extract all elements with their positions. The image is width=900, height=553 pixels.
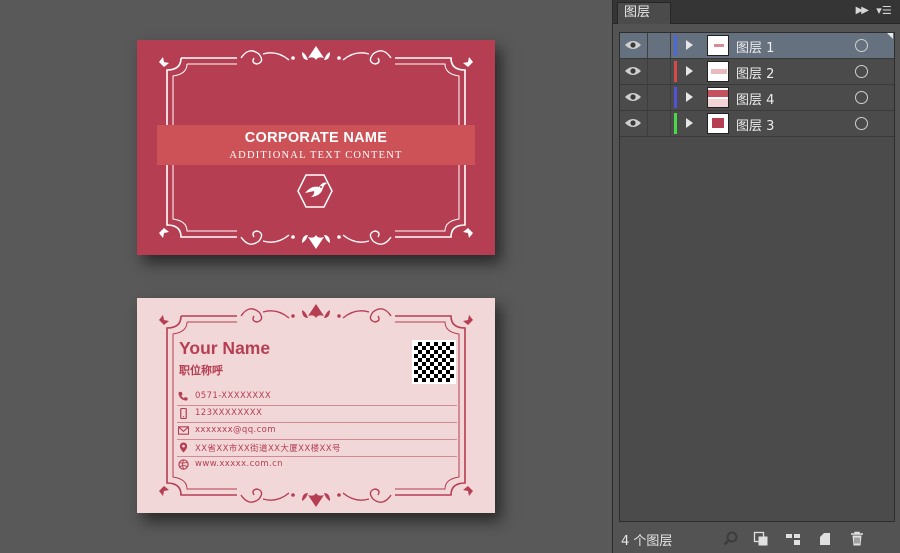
new-layer-icon[interactable] (817, 531, 833, 547)
layer-name[interactable]: 图层 3 (736, 115, 774, 134)
contact-row-mobile: 123XXXXXXXX (177, 406, 457, 423)
target-circle-icon[interactable] (855, 91, 868, 104)
layer-color-swatch (674, 113, 677, 134)
layers-list: 图层 1 图层 2 图层 4 图层 3 (619, 32, 895, 522)
new-sublayer-icon[interactable] (785, 531, 801, 547)
layer-row[interactable]: 图层 4 (620, 85, 894, 111)
additional-text: ADDITIONAL TEXT CONTENT (229, 150, 403, 161)
back-business-card[interactable]: Your Name 职位称呼 0571-XXXXXXXX 123XXXXXXXX… (137, 298, 495, 513)
clipping-mask-icon[interactable] (753, 531, 769, 547)
contact-row-website: www.xxxxx.com.cn (177, 457, 457, 474)
expand-triangle-icon[interactable] (686, 66, 693, 76)
corporate-name: CORPORATE NAME (244, 130, 388, 146)
eye-icon[interactable] (624, 90, 642, 104)
search-icon[interactable] (723, 531, 739, 547)
globe-icon (178, 459, 189, 470)
contact-row-phone: 0571-XXXXXXXX (177, 389, 457, 406)
front-business-card[interactable]: CORPORATE NAME ADDITIONAL TEXT CONTENT (137, 40, 495, 255)
target-circle-icon[interactable] (855, 39, 868, 52)
tab-layers[interactable]: 图层 (617, 2, 671, 24)
layer-count: 4 个图层 (621, 534, 673, 549)
layer-thumbnail (707, 87, 729, 108)
expand-triangle-icon[interactable] (686, 92, 693, 102)
layers-panel: 图层 ▶▶ ▾☰ 图层 1 图层 2 图层 4 图层 3 4 个图层 (612, 0, 900, 553)
person-name: Your Name (179, 338, 271, 358)
layer-thumbnail (707, 35, 729, 56)
panel-header: 图层 ▶▶ ▾☰ (613, 0, 900, 24)
layer-color-swatch (674, 61, 677, 82)
layer-name[interactable]: 图层 2 (736, 63, 774, 82)
mobile-icon (180, 408, 187, 419)
layer-name[interactable]: 图层 1 (736, 37, 774, 56)
selected-corner-icon (887, 33, 893, 39)
layer-row[interactable]: 图层 1 (620, 33, 894, 59)
artboard-canvas[interactable]: CORPORATE NAME ADDITIONAL TEXT CONTENT Y… (0, 0, 612, 553)
location-pin-icon (179, 442, 188, 453)
contact-row-address: XX省XX市XX街道XX大厦XX楼XX号 (177, 440, 457, 457)
eye-icon[interactable] (624, 38, 642, 52)
trash-icon[interactable] (849, 531, 865, 547)
layer-thumbnail (707, 113, 729, 134)
layer-color-swatch (674, 87, 677, 108)
layer-thumbnail (707, 61, 729, 82)
expand-triangle-icon[interactable] (686, 118, 693, 128)
phone-icon (178, 391, 188, 401)
bird-hexagon-logo-icon (297, 174, 333, 208)
double-chevron-icon[interactable]: ▶▶ (856, 5, 869, 16)
panel-menu-icon[interactable]: ▾☰ (873, 4, 895, 20)
layer-row[interactable]: 图层 2 (620, 59, 894, 85)
email-icon (178, 426, 189, 435)
target-circle-icon[interactable] (855, 65, 868, 78)
contact-row-email: xxxxxxx@qq.com (177, 423, 457, 440)
job-title: 职位称呼 (179, 364, 223, 377)
layer-color-swatch (674, 35, 677, 56)
layer-name[interactable]: 图层 4 (736, 89, 774, 108)
expand-triangle-icon[interactable] (686, 40, 693, 50)
eye-icon[interactable] (624, 116, 642, 130)
qr-code-icon (412, 340, 456, 384)
target-circle-icon[interactable] (855, 117, 868, 130)
panel-footer: 4 个图层 (613, 525, 900, 553)
eye-icon[interactable] (624, 64, 642, 78)
layer-row[interactable]: 图层 3 (620, 111, 894, 137)
